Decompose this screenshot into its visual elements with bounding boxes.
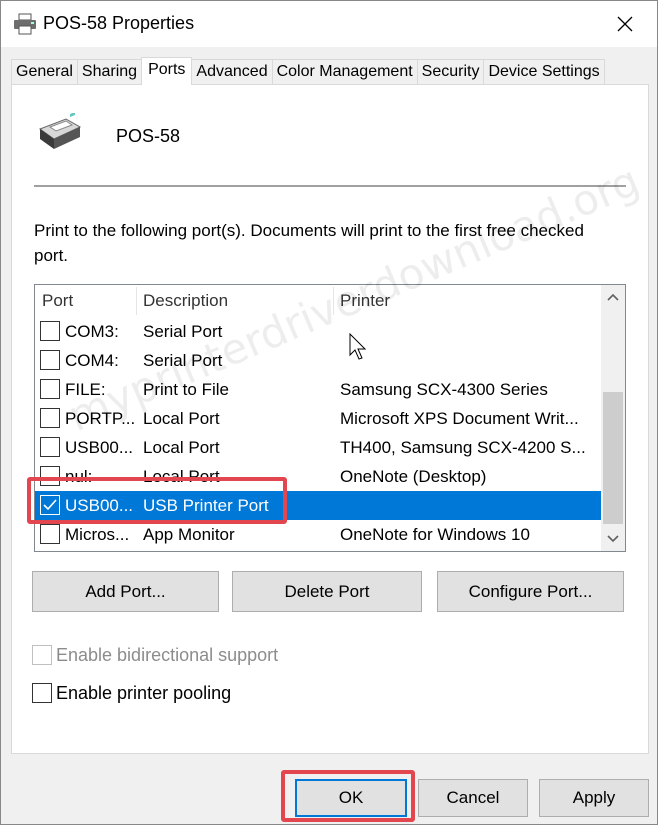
port-checkbox[interactable] bbox=[40, 524, 60, 544]
title-bar: POS-58 Properties bbox=[1, 1, 657, 47]
ok-button[interactable]: OK bbox=[295, 779, 407, 817]
port-row[interactable]: FILE: Print to File Samsung SCX-4300 Ser… bbox=[35, 375, 601, 404]
bidirectional-label: Enable bidirectional support bbox=[56, 644, 279, 665]
ports-panel: POS-58 Print to the following port(s). D… bbox=[11, 84, 649, 754]
port-printer bbox=[340, 346, 595, 375]
port-row[interactable]: USB00... Local Port TH400, Samsung SCX-4… bbox=[35, 433, 601, 462]
pooling-option[interactable]: Enable printer pooling bbox=[32, 681, 231, 705]
scroll-down-button[interactable] bbox=[601, 527, 625, 551]
column-divider[interactable] bbox=[136, 287, 137, 315]
column-divider[interactable] bbox=[333, 287, 334, 315]
separator bbox=[34, 185, 626, 187]
pooling-label: Enable printer pooling bbox=[56, 682, 232, 703]
port-printer: Samsung SCX-4300 Series bbox=[340, 380, 548, 399]
bidirectional-checkbox[interactable] bbox=[32, 645, 52, 665]
port-checkbox[interactable] bbox=[40, 437, 60, 457]
port-printer: TH400, Samsung SCX-4200 S... bbox=[340, 438, 586, 457]
port-checkbox[interactable] bbox=[40, 379, 60, 399]
column-header-port[interactable]: Port bbox=[42, 285, 73, 317]
port-name: USB00... bbox=[65, 496, 134, 515]
port-checkbox[interactable] bbox=[40, 350, 60, 370]
port-row[interactable]: nul: Local Port OneNote (Desktop) bbox=[35, 462, 601, 491]
port-description: USB Printer Port bbox=[143, 496, 269, 515]
port-printer bbox=[340, 317, 595, 346]
chevron-up-icon bbox=[607, 293, 619, 301]
tab-advanced[interactable]: Advanced bbox=[191, 59, 273, 85]
column-header-description[interactable]: Description bbox=[143, 285, 228, 317]
port-name: Micros... bbox=[65, 525, 130, 544]
printer-icon bbox=[13, 13, 37, 35]
port-row[interactable]: Micros... App Monitor OneNote for Window… bbox=[35, 520, 601, 549]
pooling-checkbox[interactable] bbox=[32, 683, 52, 703]
printer-name: POS-58 bbox=[116, 126, 181, 146]
port-description: Print to File bbox=[143, 380, 229, 399]
tab-security[interactable]: Security bbox=[416, 59, 485, 85]
checkmark-icon bbox=[43, 499, 57, 511]
column-header-printer[interactable]: Printer bbox=[340, 285, 390, 317]
scroll-up-button[interactable] bbox=[601, 285, 625, 309]
port-name: PORTP... bbox=[65, 409, 135, 428]
chevron-down-icon bbox=[607, 535, 619, 543]
vertical-scrollbar[interactable] bbox=[601, 285, 625, 551]
tab-strip: General Sharing Ports Advanced Color Man… bbox=[11, 57, 605, 85]
port-printer: OneNote (Desktop) bbox=[340, 467, 487, 486]
port-row[interactable]: COM4: Serial Port bbox=[35, 346, 601, 375]
port-description: App Monitor bbox=[143, 525, 235, 544]
cancel-button[interactable]: Cancel bbox=[418, 779, 528, 817]
configure-port-button[interactable]: Configure Port... bbox=[437, 571, 624, 612]
tab-sharing[interactable]: Sharing bbox=[76, 59, 143, 85]
port-row[interactable]: PORTP... Local Port Microsoft XPS Docume… bbox=[35, 404, 601, 433]
port-name: nul: bbox=[65, 467, 93, 486]
tab-device-settings[interactable]: Device Settings bbox=[483, 59, 605, 85]
port-checkbox[interactable] bbox=[40, 408, 60, 428]
properties-dialog: POS-58 Properties General Sharing Ports … bbox=[0, 0, 658, 825]
port-description: Local Port bbox=[143, 409, 220, 428]
list-header: Port Description Printer bbox=[35, 285, 601, 317]
port-description: Serial Port bbox=[143, 351, 223, 370]
instructions-text: Print to the following port(s). Document… bbox=[34, 221, 584, 265]
port-name: USB00... bbox=[65, 438, 134, 457]
close-button[interactable] bbox=[603, 7, 647, 41]
port-list[interactable]: Port Description Printer COM3: Serial Po… bbox=[34, 284, 626, 552]
apply-button[interactable]: Apply bbox=[539, 779, 649, 817]
port-name: COM4: bbox=[65, 351, 119, 370]
delete-port-button[interactable]: Delete Port bbox=[232, 571, 422, 612]
port-description: Local Port bbox=[143, 438, 220, 457]
port-checkbox[interactable] bbox=[40, 321, 60, 341]
port-printer: OneNote for Windows 10 bbox=[340, 525, 530, 544]
receipt-printer-icon bbox=[36, 111, 84, 153]
port-description: Local Port bbox=[143, 467, 220, 486]
port-name: COM3: bbox=[65, 322, 119, 341]
port-checkbox-checked[interactable] bbox=[40, 495, 60, 515]
scroll-thumb[interactable] bbox=[603, 392, 623, 524]
port-description: Serial Port bbox=[143, 322, 223, 341]
port-printer: Microsoft XPS Document Writ... bbox=[340, 409, 579, 428]
tab-ports[interactable]: Ports bbox=[141, 57, 193, 85]
window-title: POS-58 Properties bbox=[43, 13, 195, 33]
close-icon bbox=[617, 16, 633, 32]
port-name: FILE: bbox=[65, 380, 106, 399]
add-port-button[interactable]: Add Port... bbox=[32, 571, 219, 612]
tab-color-management[interactable]: Color Management bbox=[271, 59, 418, 85]
tab-general[interactable]: General bbox=[11, 59, 78, 85]
bidirectional-option[interactable]: Enable bidirectional support bbox=[32, 643, 278, 667]
port-checkbox[interactable] bbox=[40, 466, 60, 486]
port-row-selected[interactable]: USB00... USB Printer Port bbox=[35, 491, 601, 520]
port-row[interactable]: COM3: Serial Port bbox=[35, 317, 601, 346]
port-printer bbox=[340, 491, 595, 520]
